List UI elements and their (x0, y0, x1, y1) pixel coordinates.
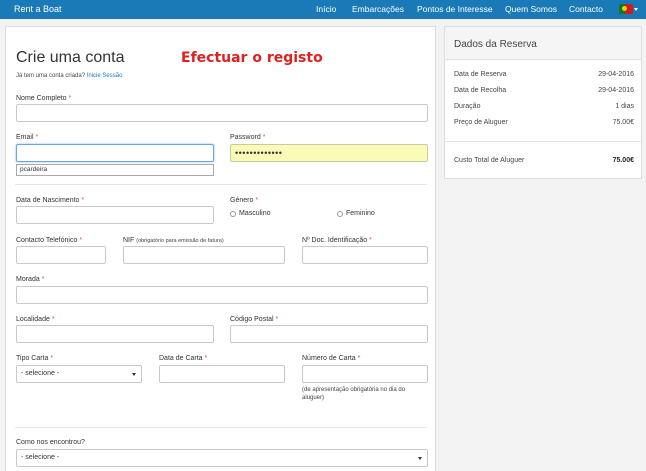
have-account-text: Já tem uma conta criada? Inicie Sessão (16, 73, 123, 79)
localidade-label: Localidade * (16, 316, 55, 323)
numero-carta-note-2: aluguer) (302, 395, 325, 401)
doc-label: Nº Doc. Identificação * (302, 237, 372, 244)
reservation-row: Data de Reserva 29-04-2016 (454, 71, 634, 78)
reservation-title: Dados da Reserva (454, 39, 537, 50)
nif-label: NIF (obrigatório para emissão de fatura) (123, 237, 224, 244)
password-label: Password * (230, 134, 266, 141)
nif-input[interactable] (123, 246, 285, 264)
como-label: Como nos encontrou? (16, 439, 85, 446)
nome-label: Nome Completo * (16, 95, 72, 102)
morada-input[interactable] (16, 286, 428, 304)
brand-link[interactable]: Rent a Boat (14, 4, 62, 14)
nav-contacto[interactable]: Contacto (569, 4, 603, 14)
nav-pontos-interesse[interactable]: Pontos de Interesse (417, 4, 493, 14)
como-select[interactable]: - selecione - (16, 449, 428, 467)
divider (15, 427, 427, 428)
morada-label: Morada * (16, 276, 45, 283)
nome-input[interactable] (16, 104, 428, 122)
reservation-row: Preço de Aluguer 75.00€ (454, 119, 634, 126)
reservation-total-row: Custo Total de Aluguer 75.00€ (454, 157, 634, 164)
email-autocomplete-suggestion[interactable]: pcardeira (16, 164, 214, 176)
divider (15, 184, 427, 185)
reservation-row: Data de Recolha 29-04-2016 (454, 87, 634, 94)
feminino-radio[interactable] (337, 211, 343, 217)
nav-quem-somos[interactable]: Quem Somos (505, 4, 557, 14)
top-navbar: Rent a Boat Início Embarcações Pontos de… (0, 0, 646, 19)
masculino-label: Masculino (239, 210, 271, 217)
numero-carta-input[interactable] (302, 365, 428, 383)
nav-inicio[interactable]: Início (316, 4, 336, 14)
dropdown-arrow-icon (132, 373, 136, 376)
portugal-flag-icon[interactable] (619, 4, 633, 14)
password-input[interactable]: ••••••••••••• (230, 144, 428, 162)
email-label: Email * (16, 134, 39, 141)
nav-embarcacoes[interactable]: Embarcações (352, 4, 404, 14)
divider (445, 141, 641, 142)
data-carta-input[interactable] (159, 365, 285, 383)
reservation-header: Dados da Reserva (445, 27, 641, 60)
login-link[interactable]: Inicie Sessão (87, 73, 123, 79)
tipo-carta-select[interactable]: - selecione - (16, 365, 142, 383)
numero-carta-note: (de apresentação obrigatória no dia do (302, 387, 406, 393)
telefone-input[interactable] (16, 246, 106, 264)
data-carta-label: Data de Carta * (159, 355, 208, 362)
nascimento-label: Data de Nascimento * (16, 197, 85, 204)
tipo-carta-label: Tipo Carta * (16, 355, 54, 362)
reservation-row: Duração 1 dias (454, 103, 634, 110)
nascimento-input[interactable] (16, 206, 214, 224)
codigo-postal-input[interactable] (230, 325, 428, 343)
page-title: Crie uma conta (16, 49, 125, 66)
doc-input[interactable] (302, 246, 428, 264)
masculino-radio[interactable] (230, 211, 236, 217)
feminino-label: Feminino (346, 210, 375, 217)
localidade-input[interactable] (16, 325, 214, 343)
language-caret-icon[interactable] (634, 8, 638, 11)
reservation-summary-card: Dados da Reserva Data de Reserva 29-04-20… (444, 26, 642, 179)
codigo-postal-label: Código Postal * (230, 316, 279, 323)
telefone-label: Contacto Telefónico * (16, 237, 83, 244)
dropdown-arrow-icon (418, 457, 422, 460)
register-form-card: Crie uma conta Efectuar o registo Já tem… (5, 26, 436, 471)
numero-carta-label: Número de Carta * (302, 355, 361, 362)
register-heading: Efectuar o registo (181, 50, 323, 66)
genero-label: Género * (230, 197, 259, 204)
email-input[interactable] (16, 144, 214, 162)
